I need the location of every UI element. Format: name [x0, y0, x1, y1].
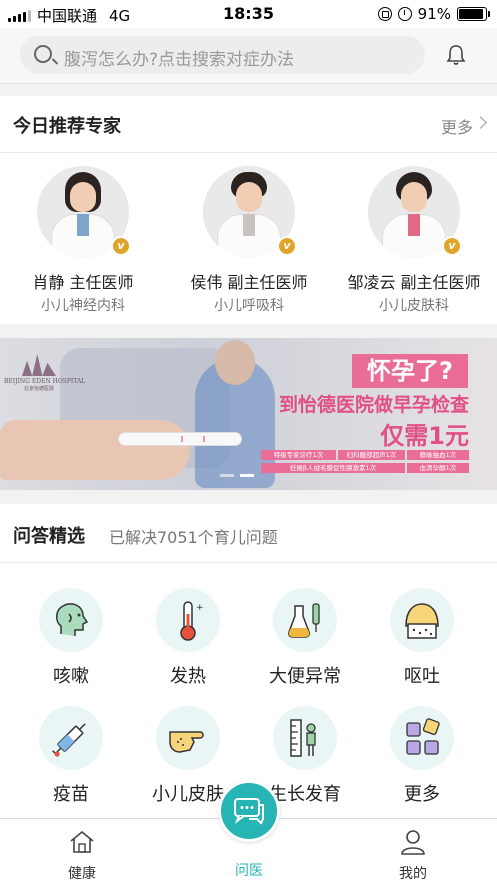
category-label: 更多 — [404, 784, 440, 805]
divider — [0, 152, 497, 153]
header: 腹泻怎么办?点击搜索对症办法 — [0, 28, 497, 84]
banner-line2: 到怡德医院做早孕检查 — [278, 394, 469, 416]
tab-ask-doctor[interactable] — [218, 780, 280, 842]
flask-icon — [273, 588, 337, 652]
promo-banner[interactable]: BEIJING EDEN HOSPITAL 北京怡德医院 怀孕了? 到怡德医院做… — [0, 338, 497, 490]
qa-subtitle: 已解决7051个育儿问题 — [109, 528, 278, 547]
experts-section: 今日推荐专家 更多 v 肖静 主任医师 小儿神经内科 v 侯伟 副主任医师 小儿… — [0, 96, 497, 324]
verified-badge-icon: v — [111, 236, 131, 256]
carousel-dot-active[interactable] — [240, 474, 254, 477]
category-vomit[interactable]: 呕吐 — [367, 588, 477, 688]
category-label: 疫苗 — [53, 784, 89, 805]
category-vaccine[interactable]: 疫苗 — [16, 706, 126, 806]
status-bar: 中国联通 4G 18:35 91% — [0, 0, 497, 28]
divider — [0, 562, 497, 563]
bell-icon[interactable] — [446, 44, 466, 66]
alarm-icon — [397, 7, 412, 21]
orientation-lock-icon — [377, 7, 392, 21]
carousel-indicator — [220, 474, 254, 477]
banner-tag: 静脉抽血1次 — [407, 450, 469, 460]
banner-line3: 仅需1元 — [380, 422, 469, 450]
hospital-logo: BEIJING EDEN HOSPITAL 北京怡德医院 — [4, 354, 86, 392]
verified-badge-icon: v — [442, 236, 462, 256]
tab-label: 健康 — [68, 866, 96, 882]
qa-section: 问答精选 已解决7051个育儿问题 咳嗽 + 发热 大便异常 呕吐 疫苗 小儿皮… — [0, 504, 497, 822]
expert-dept: 小儿皮肤科 — [379, 298, 449, 314]
pregnancy-test-icon — [118, 432, 242, 446]
cough-icon — [39, 588, 103, 652]
chevron-right-icon[interactable] — [474, 116, 487, 129]
category-label: 发热 — [170, 666, 206, 687]
tab-health[interactable]: 健康 — [42, 829, 122, 883]
tab-label: 我的 — [399, 866, 427, 882]
banner-tags: 特级专家诊疗1次 妇科腹部超声1次 静脉抽血1次 妊娠β人绒毛膜促性腺激素1次 … — [261, 450, 469, 473]
category-label: 呕吐 — [404, 666, 440, 687]
expert-dept: 小儿神经内科 — [41, 298, 125, 314]
svg-text:+: + — [196, 603, 204, 613]
hospital-logo-icon — [22, 354, 56, 376]
category-label: 咳嗽 — [53, 666, 89, 687]
thermometer-icon: + — [156, 588, 220, 652]
experts-more-link[interactable]: 更多 — [441, 114, 473, 138]
search-icon — [34, 45, 52, 63]
hospital-logo-text: BEIJING EDEN HOSPITAL — [4, 378, 86, 385]
expert-dept: 小儿呼吸科 — [214, 298, 284, 314]
battery-icon — [457, 7, 490, 21]
growth-icon — [273, 706, 337, 770]
banner-photo-head — [215, 340, 255, 385]
experts-title: 今日推荐专家 — [13, 116, 121, 137]
banner-tag: 血清孕酮1次 — [407, 463, 469, 473]
hospital-logo-sub: 北京怡德医院 — [23, 386, 54, 392]
user-icon — [401, 830, 425, 855]
expert-name: 邹凌云 副主任医师 — [347, 273, 481, 292]
banner-headline: 怀孕了? — [352, 354, 468, 388]
category-fever[interactable]: + 发热 — [133, 588, 243, 688]
syringe-icon — [39, 706, 103, 770]
vomit-icon — [390, 588, 454, 652]
banner-tag: 妊娠β人绒毛膜促性腺激素1次 — [261, 463, 405, 473]
category-stool[interactable]: 大便异常 — [250, 588, 360, 688]
tab-label-active: 问医 — [235, 863, 263, 879]
verified-badge-icon: v — [277, 236, 297, 256]
home-icon — [70, 830, 94, 853]
status-right: 91% — [377, 5, 490, 23]
tab-profile[interactable]: 我的 — [373, 829, 453, 883]
expert-card[interactable]: v 邹凌云 副主任医师 小儿皮肤科 — [334, 166, 494, 315]
battery-percent: 91% — [417, 5, 451, 23]
grid-icon — [390, 706, 454, 770]
expert-card[interactable]: v 肖静 主任医师 小儿神经内科 — [3, 166, 163, 315]
category-more[interactable]: 更多 — [367, 706, 477, 806]
banner-photo-hand — [0, 420, 190, 480]
qa-title: 问答精选 — [13, 526, 85, 547]
search-placeholder: 腹泻怎么办?点击搜索对症办法 — [64, 50, 295, 70]
category-label: 大便异常 — [269, 666, 341, 687]
category-cough[interactable]: 咳嗽 — [16, 588, 126, 688]
carousel-dot[interactable] — [220, 474, 234, 477]
banner-tag: 妇科腹部超声1次 — [338, 450, 405, 460]
search-input[interactable]: 腹泻怎么办?点击搜索对症办法 — [20, 36, 425, 74]
expert-name: 侯伟 副主任医师 — [190, 273, 308, 292]
expert-name: 肖静 主任医师 — [32, 273, 134, 292]
banner-tag: 特级专家诊疗1次 — [261, 450, 336, 460]
hand-icon — [156, 706, 220, 770]
expert-card[interactable]: v 侯伟 副主任医师 小儿呼吸科 — [169, 166, 329, 315]
chat-icon — [234, 798, 264, 825]
